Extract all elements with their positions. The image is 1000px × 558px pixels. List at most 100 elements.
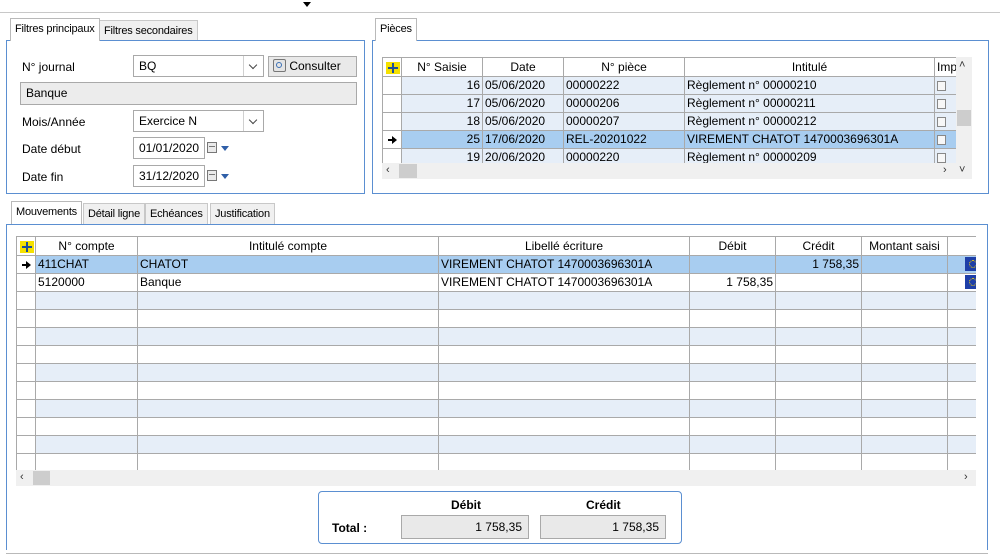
total-credit-value: 1 758,35 (540, 515, 666, 539)
tab-mouvements[interactable]: Mouvements (11, 201, 82, 224)
table-row[interactable]: 5120000 Banque VIREMENT CHATOT 147000369… (16, 272, 976, 292)
currency-flag-icon[interactable] (947, 272, 976, 292)
credit-cell[interactable] (775, 272, 862, 292)
piece-cell: 00000206 (563, 93, 685, 113)
pieces-vscroll[interactable]: ˄ (956, 57, 972, 163)
saisie-cell: 18 (401, 111, 483, 131)
table-row[interactable]: 18 05/06/2020 00000207 Règlement n° 0000… (382, 111, 956, 131)
intitule-compte-cell[interactable]: Banque (137, 272, 439, 292)
col-libelle[interactable]: Libellé écriture (438, 237, 690, 256)
table-row[interactable]: 19 20/06/2020 00000220 Règlement n° 0000… (382, 147, 956, 163)
saisie-cell: 17 (401, 93, 483, 113)
tab-detail-ligne[interactable]: Détail ligne (83, 203, 146, 224)
scroll-thumb[interactable] (33, 471, 50, 485)
tab-echeances[interactable]: Echéances (145, 203, 208, 224)
table-row[interactable]: 16 05/06/2020 00000222 Règlement n° 0000… (382, 75, 956, 95)
calendar-icon[interactable] (207, 142, 217, 153)
empty-row[interactable] (16, 452, 976, 470)
libelle-cell[interactable]: VIREMENT CHATOT 1470003696301A (438, 254, 690, 274)
montant-saisi-cell[interactable] (861, 254, 948, 274)
bottom-divider (6, 553, 988, 554)
end-date-input[interactable]: 31/12/2020 (133, 165, 205, 187)
compte-cell[interactable]: 411CHAT (35, 254, 138, 274)
scroll-right-icon[interactable]: › (964, 471, 968, 483)
col-imp[interactable]: Imp (934, 58, 956, 77)
tab-pieces[interactable]: Pièces (375, 18, 417, 41)
scroll-up-icon[interactable]: ˄ (959, 59, 965, 71)
tab-filtres-secondaires[interactable]: Filtres secondaires (99, 20, 198, 41)
imp-checkbox[interactable] (934, 93, 956, 113)
scroll-down-icon[interactable]: ˅ (959, 164, 965, 176)
consult-button[interactable]: Consulter (268, 56, 357, 77)
intitule-compte-cell[interactable]: CHATOT (137, 254, 439, 274)
col-date[interactable]: Date (482, 58, 564, 77)
start-date-label: Date début (22, 142, 81, 156)
calendar-icon[interactable] (207, 170, 217, 181)
empty-row[interactable] (16, 308, 976, 328)
imp-checkbox[interactable] (934, 147, 956, 163)
imp-checkbox[interactable] (934, 111, 956, 131)
scroll-right-icon[interactable]: › (943, 164, 947, 176)
date-cell: 05/06/2020 (482, 93, 564, 113)
date-cell: 20/06/2020 (482, 147, 564, 163)
compte-cell[interactable]: 5120000 (35, 272, 138, 292)
table-row-selected[interactable]: 411CHAT CHATOT VIREMENT CHATOT 147000369… (16, 254, 976, 274)
scroll-left-icon[interactable]: ‹ (386, 164, 390, 176)
journal-value: BQ (139, 59, 157, 73)
empty-row[interactable] (16, 434, 976, 454)
empty-row[interactable] (16, 290, 976, 310)
scroll-left-icon[interactable]: ‹ (20, 471, 24, 483)
totals-label: Total : (332, 521, 368, 535)
movements-grid: N° compte Intitulé compte Libellé écritu… (16, 236, 976, 470)
movements-hscroll[interactable]: ‹ › (16, 470, 976, 486)
table-row-selected[interactable]: 25 17/06/2020 REL-20201022 VIREMENT CHAT… (382, 129, 956, 149)
add-row-icon[interactable] (16, 237, 36, 256)
debit-cell[interactable] (689, 254, 776, 274)
imp-checkbox[interactable] (934, 75, 956, 95)
col-credit[interactable]: Crédit (775, 237, 862, 256)
empty-row[interactable] (16, 326, 976, 346)
col-montant-saisi[interactable]: Montant saisi (861, 237, 948, 256)
empty-row[interactable] (16, 416, 976, 436)
currency-flag-icon[interactable] (947, 254, 976, 274)
scroll-thumb[interactable] (957, 110, 971, 126)
add-row-icon[interactable] (382, 58, 402, 77)
montant-saisi-cell[interactable] (861, 272, 948, 292)
credit-cell[interactable]: 1 758,35 (775, 254, 862, 274)
saisie-cell: 16 (401, 75, 483, 95)
libelle-cell[interactable]: VIREMENT CHATOT 1470003696301A (438, 272, 690, 292)
pieces-hscroll[interactable]: ‹ › ˅ (382, 163, 972, 179)
col-saisie[interactable]: N° Saisie (401, 58, 483, 77)
chevron-down-icon[interactable] (243, 111, 263, 131)
empty-row[interactable] (16, 344, 976, 364)
tab-filtres-principaux[interactable]: Filtres principaux (10, 18, 100, 41)
chevron-down-icon[interactable] (243, 56, 263, 76)
pieces-header-row: N° Saisie Date N° pièce Intitulé Imp (382, 58, 956, 77)
col-compte[interactable]: N° compte (35, 237, 138, 256)
start-date-input[interactable]: 01/01/2020 (133, 137, 205, 159)
col-debit[interactable]: Débit (689, 237, 776, 256)
debit-cell[interactable]: 1 758,35 (689, 272, 776, 292)
window-menu-arrow-icon[interactable] (303, 2, 311, 7)
journal-select[interactable]: BQ (133, 55, 264, 77)
tab-justification[interactable]: Justification (210, 203, 275, 224)
total-debit-value: 1 758,35 (401, 515, 529, 539)
pieces-grid: N° Saisie Date N° pièce Intitulé Imp 16 … (382, 57, 956, 163)
imp-checkbox[interactable] (934, 129, 956, 149)
empty-row[interactable] (16, 398, 976, 418)
scroll-thumb[interactable] (399, 164, 417, 178)
table-row[interactable]: 17 05/06/2020 00000206 Règlement n° 0000… (382, 93, 956, 113)
saisie-cell: 25 (401, 129, 483, 149)
empty-row[interactable] (16, 380, 976, 400)
col-piece[interactable]: N° pièce (563, 58, 685, 77)
date-cell: 05/06/2020 (482, 75, 564, 95)
col-intitule[interactable]: Intitulé (684, 58, 935, 77)
date-dropdown-icon[interactable] (221, 146, 229, 151)
start-date-value: 01/01/2020 (139, 141, 200, 155)
col-intitule-compte[interactable]: Intitulé compte (137, 237, 439, 256)
month-year-select[interactable]: Exercice N (133, 110, 264, 132)
month-year-label: Mois/Année (22, 115, 86, 129)
empty-row[interactable] (16, 362, 976, 382)
intitule-cell: Règlement n° 00000209 (684, 147, 935, 163)
date-dropdown-icon[interactable] (221, 174, 229, 179)
